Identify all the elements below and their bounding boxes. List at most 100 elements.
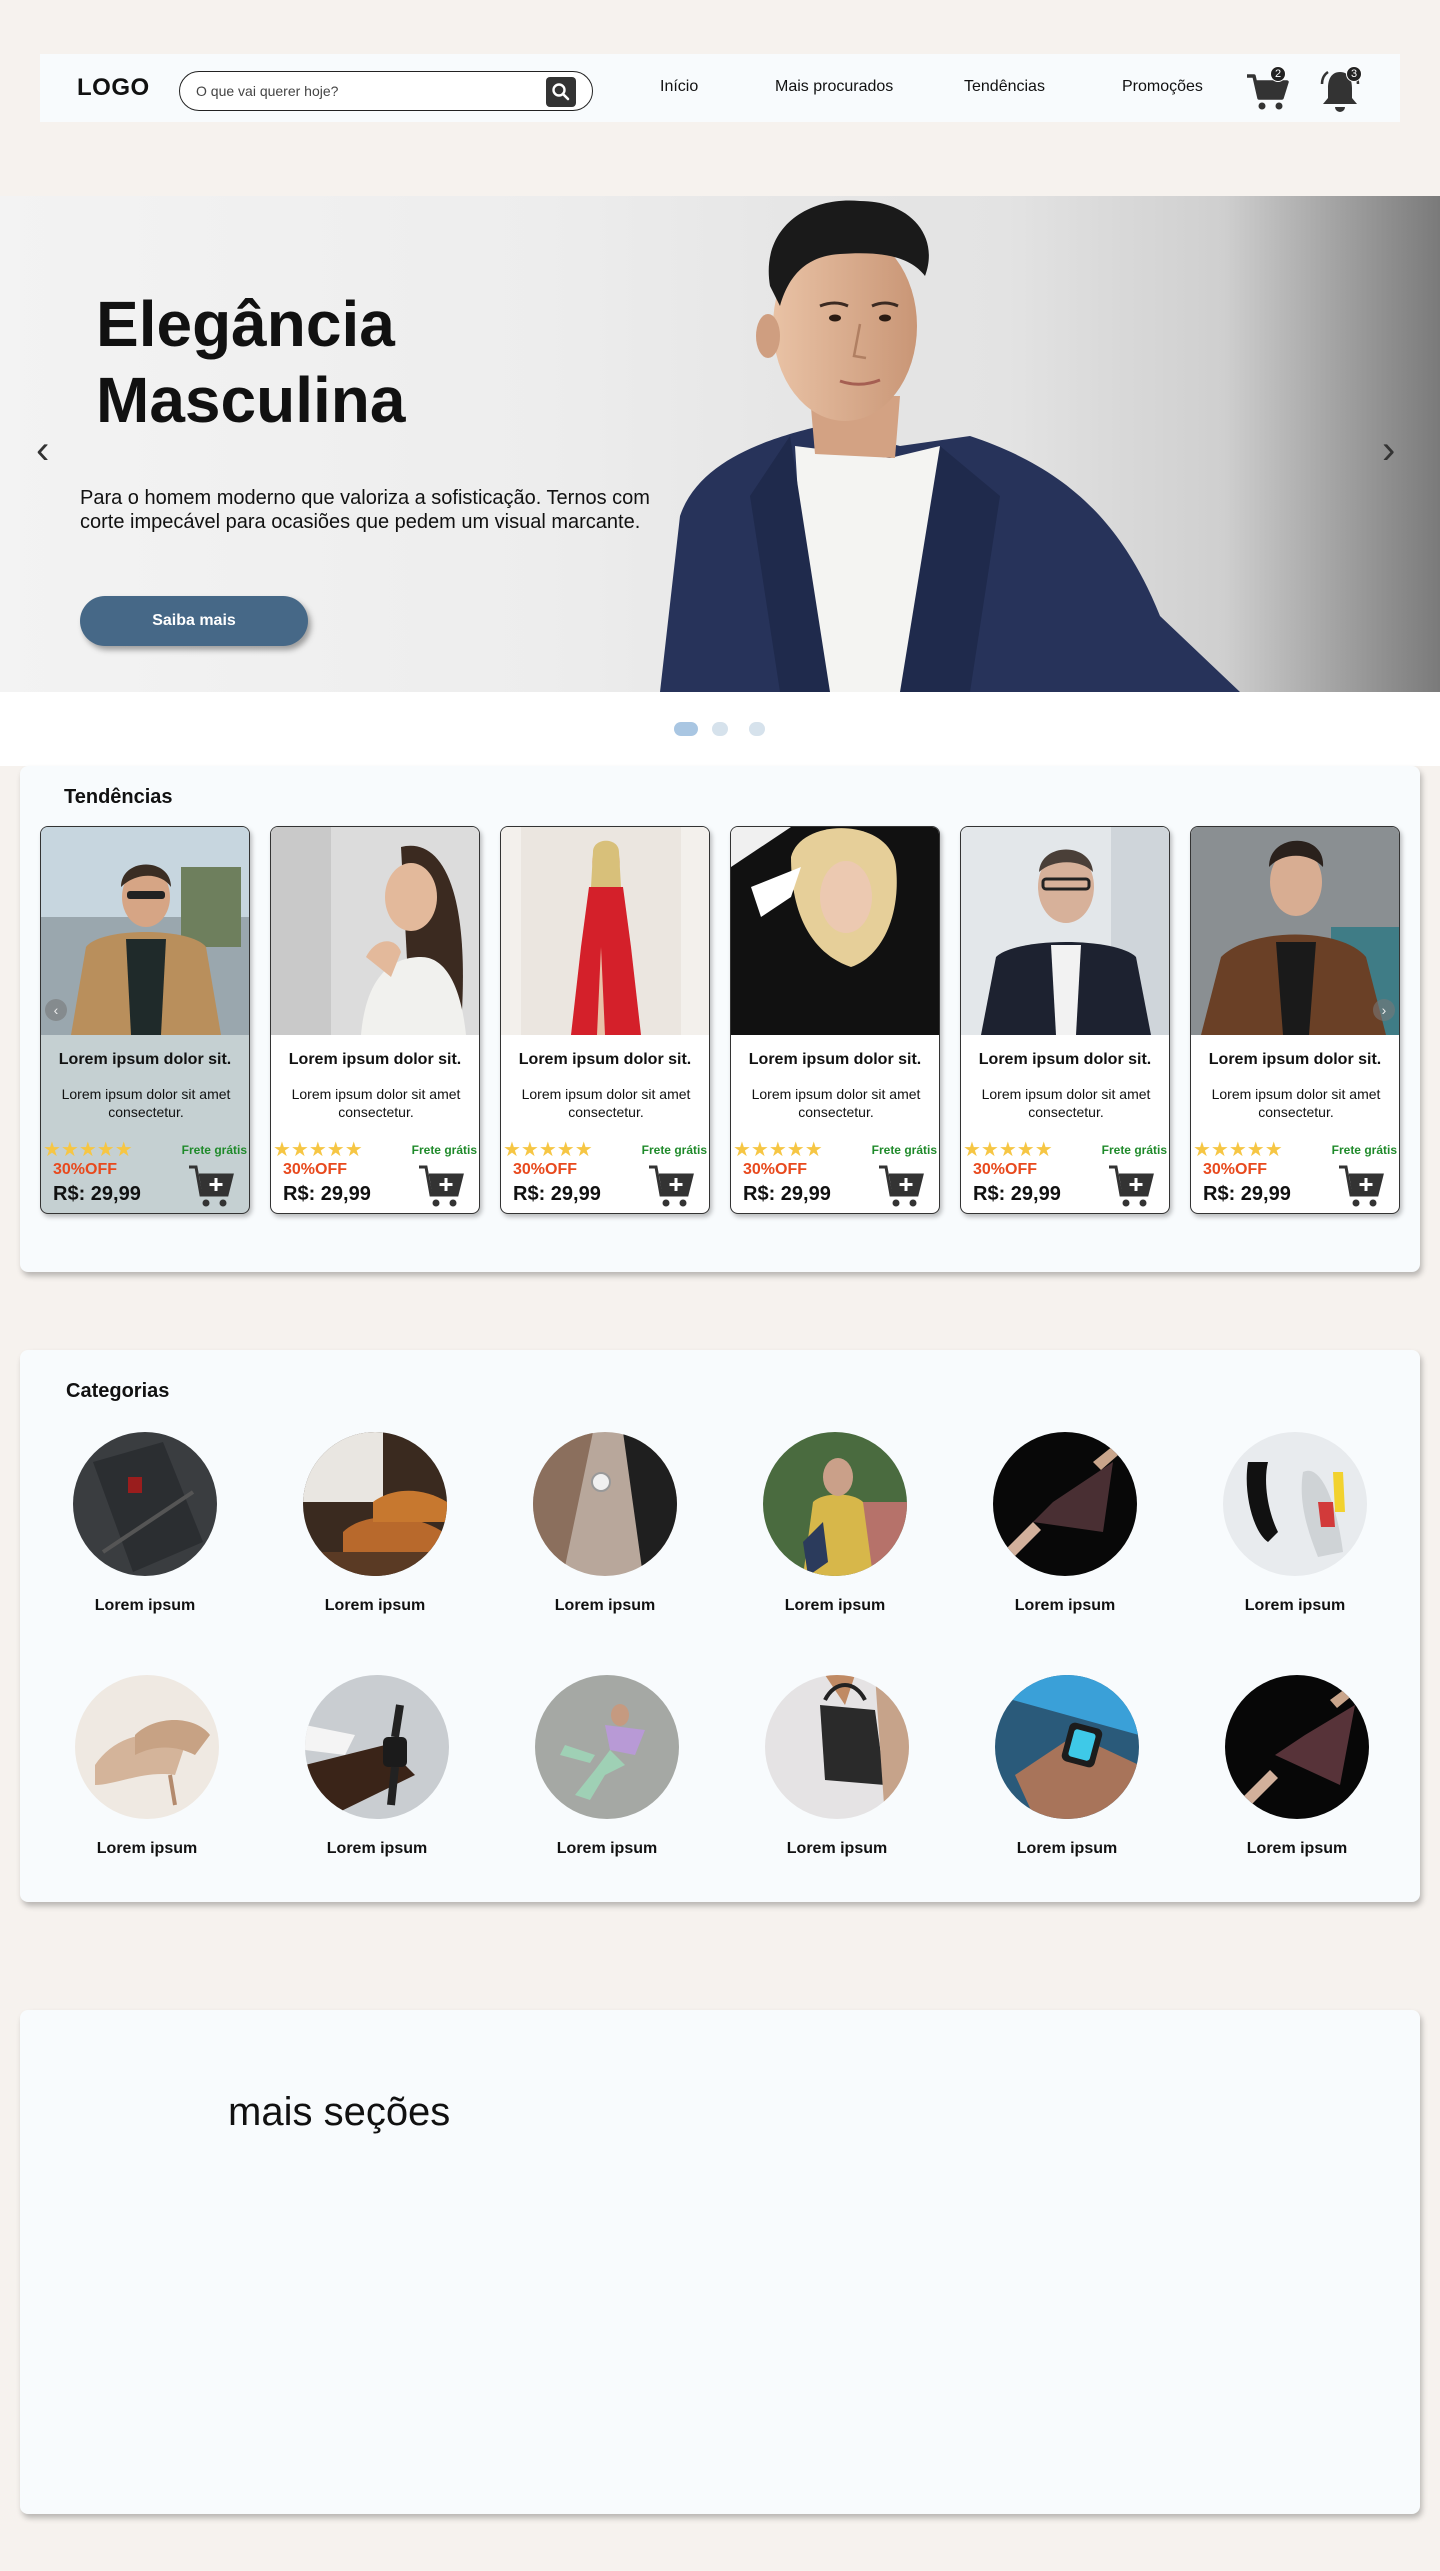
category-image xyxy=(75,1675,219,1819)
category-item[interactable]: Lorem ipsum xyxy=(747,1675,927,1858)
product-image xyxy=(1191,827,1399,1035)
hero-prev-chevron-left-icon[interactable]: ‹ xyxy=(36,428,49,473)
category-label: Lorem ipsum xyxy=(556,1840,658,1857)
product-title: Lorem ipsum dolor sit. xyxy=(978,1051,1152,1068)
nav-link-promocoes[interactable]: Promoções xyxy=(1122,78,1203,96)
product-description: Lorem ipsum dolor sit amet consectetur. xyxy=(61,1086,231,1120)
product-image xyxy=(41,827,249,1035)
category-image xyxy=(305,1675,449,1819)
shipping-label: Frete grátis xyxy=(641,1143,707,1157)
category-label: Lorem ipsum xyxy=(96,1840,198,1857)
shipping-label: Frete grátis xyxy=(1101,1143,1167,1157)
product-card[interactable]: Lorem ipsum dolor sit. Lorem ipsum dolor… xyxy=(730,826,940,1214)
category-item[interactable]: Lorem ipsum xyxy=(745,1432,925,1615)
product-description: Lorem ipsum dolor sit amet consectetur. xyxy=(521,1086,691,1120)
price: R$: 29,99 xyxy=(53,1183,141,1205)
category-item[interactable]: Lorem ipsum xyxy=(57,1675,237,1858)
nav-link-inicio[interactable]: Início xyxy=(660,78,698,96)
product-title: Lorem ipsum dolor sit. xyxy=(58,1051,232,1068)
price: R$: 29,99 xyxy=(513,1183,601,1205)
shipping-label: Frete grátis xyxy=(411,1143,477,1157)
nav-link-mais-procurados[interactable]: Mais procurados xyxy=(775,78,893,96)
category-image xyxy=(993,1432,1137,1576)
product-description: Lorem ipsum dolor sit amet consectetur. xyxy=(291,1086,461,1120)
carousel-dot-2[interactable] xyxy=(712,722,728,736)
search-icon xyxy=(552,83,570,101)
rating-stars: ★★★★★ xyxy=(43,1139,133,1161)
hero-banner: Elegância Masculina Para o homem moderno… xyxy=(0,196,1440,692)
product-card[interactable]: › Lorem ipsum dolor sit. Lorem ipsum dol… xyxy=(1190,826,1400,1214)
category-label: Lorem ipsum xyxy=(326,1840,428,1857)
category-label: Lorem ipsum xyxy=(1246,1840,1348,1857)
notifications-button[interactable]: 3 xyxy=(1316,66,1364,114)
category-image xyxy=(1225,1675,1369,1819)
category-label: Lorem ipsum xyxy=(784,1597,886,1614)
carousel-indicators xyxy=(0,692,1440,766)
cart-button[interactable]: 2 xyxy=(1244,66,1292,114)
category-image xyxy=(73,1432,217,1576)
product-card[interactable]: ‹ Lorem ipsum dolor sit. Lorem ipsum dol… xyxy=(40,826,250,1214)
card-next-chevron-right-icon[interactable]: › xyxy=(1373,999,1395,1021)
add-to-cart-icon[interactable] xyxy=(877,1161,927,1209)
product-description: Lorem ipsum dolor sit amet consectetur. xyxy=(981,1086,1151,1120)
category-item[interactable]: Lorem ipsum xyxy=(517,1675,697,1858)
discount-label: 30%OFF xyxy=(973,1161,1038,1178)
category-item[interactable]: Lorem ipsum xyxy=(285,1432,465,1615)
trends-title: Tendências xyxy=(64,786,173,808)
discount-label: 30%OFF xyxy=(743,1161,808,1178)
category-image xyxy=(303,1432,447,1576)
carousel-dot-3[interactable] xyxy=(749,722,765,736)
product-card[interactable]: Lorem ipsum dolor sit. Lorem ipsum dolor… xyxy=(960,826,1170,1214)
product-card[interactable]: Lorem ipsum dolor sit. Lorem ipsum dolor… xyxy=(500,826,710,1214)
product-image xyxy=(731,827,939,1035)
search-input[interactable] xyxy=(196,83,536,99)
carousel-dot-1[interactable] xyxy=(674,722,698,736)
hero-next-chevron-right-icon[interactable]: › xyxy=(1382,428,1395,473)
price: R$: 29,99 xyxy=(283,1183,371,1205)
rating-stars: ★★★★★ xyxy=(733,1139,823,1161)
logo[interactable]: LOGO xyxy=(77,74,150,102)
rating-stars: ★★★★★ xyxy=(273,1139,363,1161)
rating-stars: ★★★★★ xyxy=(503,1139,593,1161)
category-item[interactable]: Lorem ipsum xyxy=(515,1432,695,1615)
search-button[interactable] xyxy=(546,77,576,107)
product-card[interactable]: Lorem ipsum dolor sit. Lorem ipsum dolor… xyxy=(270,826,480,1214)
add-to-cart-icon[interactable] xyxy=(187,1161,237,1209)
product-title: Lorem ipsum dolor sit. xyxy=(518,1051,692,1068)
category-item[interactable]: Lorem ipsum xyxy=(1205,1432,1385,1615)
product-title: Lorem ipsum dolor sit. xyxy=(288,1051,462,1068)
more-sections-panel xyxy=(20,2010,1420,2514)
price: R$: 29,99 xyxy=(743,1183,831,1205)
add-to-cart-icon[interactable] xyxy=(417,1161,467,1209)
add-to-cart-icon[interactable] xyxy=(1107,1161,1157,1209)
cart-count-badge: 2 xyxy=(1270,66,1286,82)
hero-title: Elegância Masculina xyxy=(96,286,405,438)
category-item[interactable]: Lorem ipsum xyxy=(977,1675,1157,1858)
nav-link-tendencias[interactable]: Tendências xyxy=(964,78,1045,96)
product-image xyxy=(961,827,1169,1035)
shipping-label: Frete grátis xyxy=(181,1143,247,1157)
category-item[interactable]: Lorem ipsum xyxy=(287,1675,467,1858)
category-label: Lorem ipsum xyxy=(554,1597,656,1614)
add-to-cart-icon[interactable] xyxy=(647,1161,697,1209)
rating-stars: ★★★★★ xyxy=(1193,1139,1283,1161)
discount-label: 30%OFF xyxy=(283,1161,348,1178)
category-image xyxy=(535,1675,679,1819)
product-title: Lorem ipsum dolor sit. xyxy=(748,1051,922,1068)
category-label: Lorem ipsum xyxy=(1016,1840,1118,1857)
category-item[interactable]: Lorem ipsum xyxy=(1207,1675,1387,1858)
category-image xyxy=(533,1432,677,1576)
more-sections-title: mais seções xyxy=(228,2090,451,2134)
category-item[interactable]: Lorem ipsum xyxy=(55,1432,235,1615)
card-prev-chevron-left-icon[interactable]: ‹ xyxy=(45,999,67,1021)
discount-label: 30%OFF xyxy=(53,1161,118,1178)
add-to-cart-icon[interactable] xyxy=(1337,1161,1387,1209)
hero-description: Para o homem moderno que valoriza a sofi… xyxy=(80,487,650,533)
shipping-label: Frete grátis xyxy=(871,1143,937,1157)
product-description: Lorem ipsum dolor sit amet consectetur. xyxy=(751,1086,921,1120)
price: R$: 29,99 xyxy=(973,1183,1061,1205)
price: R$: 29,99 xyxy=(1203,1183,1291,1205)
saiba-mais-button[interactable]: Saiba mais xyxy=(80,596,308,646)
category-item[interactable]: Lorem ipsum xyxy=(975,1432,1155,1615)
category-label: Lorem ipsum xyxy=(324,1597,426,1614)
